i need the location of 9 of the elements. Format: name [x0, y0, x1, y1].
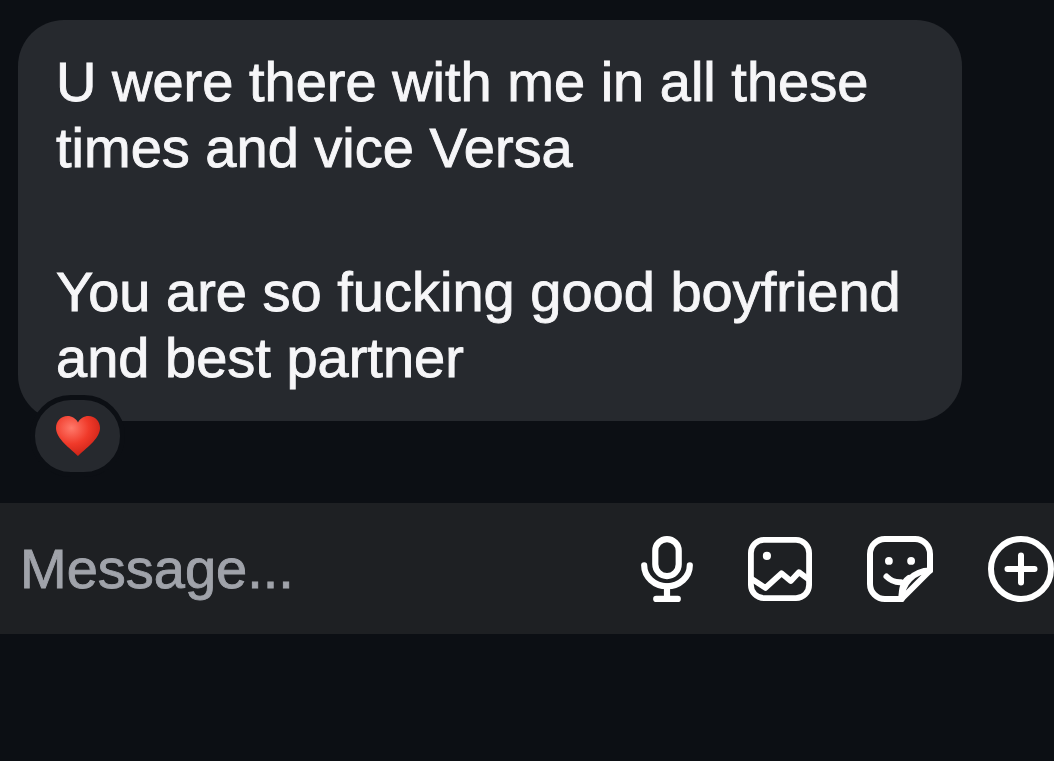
heart-icon [55, 416, 100, 456]
microphone-icon[interactable] [641, 535, 693, 602]
add-icon[interactable] [988, 535, 1054, 602]
message-input[interactable]: Message... [20, 533, 641, 604]
message-text: You are so fucking good boyfriend and best partner [56, 259, 902, 391]
sticker-icon[interactable] [867, 535, 933, 602]
message-composer[interactable]: Message... [0, 503, 1054, 634]
message-text: U were there with me in all these times and vice Versa [56, 49, 870, 181]
image-icon[interactable] [748, 536, 812, 601]
